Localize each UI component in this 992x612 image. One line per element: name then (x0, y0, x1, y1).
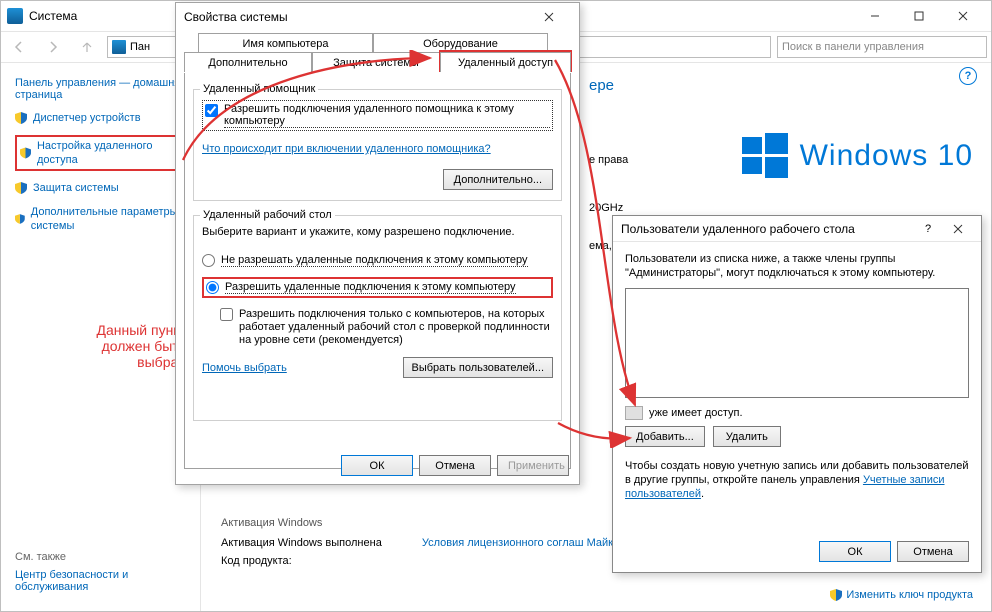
users-close-button[interactable] (943, 217, 973, 241)
search-placeholder: Поиск в панели управления (782, 41, 924, 53)
rd-option-disallow[interactable]: Не разрешать удаленные подключения к это… (202, 254, 553, 267)
tab-computer-name[interactable]: Имя компьютера (198, 33, 373, 53)
rd-radio-disallow[interactable] (202, 254, 215, 267)
users-listbox[interactable] (625, 288, 969, 398)
users-cancel-button[interactable]: Отмена (897, 541, 969, 562)
apply-button[interactable]: Применить (497, 455, 569, 476)
users-intro: Пользователи из списка ниже, а также чле… (625, 252, 969, 280)
shield-icon (15, 213, 25, 225)
ok-button[interactable]: ОК (341, 455, 413, 476)
dialog-buttons: ОК Отмена Применить (341, 455, 569, 476)
change-key-link[interactable]: Изменить ключ продукта (830, 589, 973, 601)
sidebar-item-device-manager[interactable]: Диспетчер устройств (15, 111, 188, 125)
dialog-body: Имя компьютера Оборудование Дополнительн… (176, 31, 579, 475)
dialog-close-button[interactable] (527, 4, 571, 30)
rd-intro: Выберите вариант и укажите, кому разреше… (202, 226, 553, 238)
shield-icon (15, 112, 27, 124)
back-button[interactable] (5, 36, 33, 58)
users-dialog-buttons: ОК Отмена (819, 541, 969, 562)
users-dialog-body: Пользователи из списка ниже, а также чле… (613, 242, 981, 572)
windows-logo-block: Windows 10 (742, 133, 973, 179)
forward-button[interactable] (39, 36, 67, 58)
add-user-button[interactable]: Добавить... (625, 426, 705, 447)
ra-help-link[interactable]: Что происходит при включении удаленного … (202, 143, 553, 155)
system-properties-dialog: Свойства системы Имя компьютера Оборудов… (175, 2, 580, 485)
dialog-titlebar: Свойства системы (176, 3, 579, 31)
dialog-title: Свойства системы (184, 10, 527, 24)
system-icon (7, 8, 23, 24)
tab-remote[interactable]: Удаленный доступ (440, 52, 571, 72)
ra-allow-checkbox-row[interactable]: Разрешить подключения удаленного помощни… (202, 100, 553, 131)
rd-help-link[interactable]: Помочь выбрать (202, 362, 287, 374)
pc-icon (112, 40, 126, 54)
windows-icon (742, 133, 788, 179)
see-also: См. также Центр безопасности и обслужива… (15, 551, 200, 593)
user-icon (625, 406, 643, 420)
users-dialog-title: Пользователи удаленного рабочего стола (621, 222, 913, 236)
cancel-button[interactable]: Отмена (419, 455, 491, 476)
shield-icon (15, 182, 27, 194)
remote-desktop-group: Удаленный рабочий стол Выберите вариант … (193, 215, 562, 421)
tab-advanced[interactable]: Дополнительно (184, 52, 312, 72)
rd-select-users-button[interactable]: Выбрать пользователей... (403, 357, 554, 378)
sidebar-item-system-protection[interactable]: Защита системы (15, 181, 188, 195)
shield-icon (830, 589, 842, 601)
ra-advanced-button[interactable]: Дополнительно... (443, 169, 553, 190)
tab-content-remote: Удаленный помощник Разрешить подключения… (184, 73, 571, 469)
shield-icon (20, 147, 31, 159)
users-ok-button[interactable]: ОК (819, 541, 891, 562)
ra-legend: Удаленный помощник (200, 83, 318, 95)
annotation-must-select: Данный пункт должен быть выбран (54, 322, 186, 370)
maximize-button[interactable] (897, 2, 941, 30)
users-hint: Чтобы создать новую учетную запись или д… (625, 459, 969, 501)
sidebar-item-advanced-settings[interactable]: Дополнительные параметры системы (15, 205, 188, 233)
remote-assistance-group: Удаленный помощник Разрешить подключения… (193, 89, 562, 201)
ra-allow-label: Разрешить подключения удаленного помощни… (224, 103, 550, 128)
rd-legend: Удаленный рабочий стол (200, 209, 335, 221)
breadcrumb: Пан (130, 41, 150, 53)
users-help-button[interactable]: ? (913, 217, 943, 241)
see-also-label: См. также (15, 551, 66, 563)
ra-allow-checkbox[interactable] (205, 104, 218, 117)
tab-strip: Имя компьютера Оборудование Дополнительн… (184, 33, 571, 73)
windows-10-label: Windows 10 (800, 139, 973, 173)
sidebar-item-remote-settings[interactable]: Настройка удаленного доступа (15, 135, 188, 171)
minimize-button[interactable] (853, 2, 897, 30)
rd-option-allow[interactable]: Разрешить удаленные подключения к этому … (202, 277, 553, 298)
rd-nla-checkbox[interactable] (220, 308, 233, 321)
tab-system-protection[interactable]: Защита системы (312, 52, 440, 72)
rd-nla-checkbox-row[interactable]: Разрешить подключения только с компьютер… (220, 308, 553, 347)
remote-users-dialog: Пользователи удаленного рабочего стола ?… (612, 215, 982, 573)
tab-hardware[interactable]: Оборудование (373, 33, 548, 53)
already-access-label: уже имеет доступ. (649, 407, 743, 419)
up-button[interactable] (73, 36, 101, 58)
search-input[interactable]: Поиск в панели управления (777, 36, 987, 58)
remove-user-button[interactable]: Удалить (713, 426, 781, 447)
users-dialog-titlebar: Пользователи удаленного рабочего стола ? (613, 216, 981, 242)
see-also-link[interactable]: Центр безопасности и обслуживания (15, 569, 200, 593)
page-heading: ере (589, 77, 973, 94)
home-link[interactable]: Панель управления — домашняя страница (15, 77, 188, 101)
close-button[interactable] (941, 2, 985, 30)
rd-radio-allow[interactable] (206, 281, 219, 294)
activation-status: Активация Windows выполнена (221, 537, 382, 549)
cpu-info: 20GHz (589, 202, 973, 214)
